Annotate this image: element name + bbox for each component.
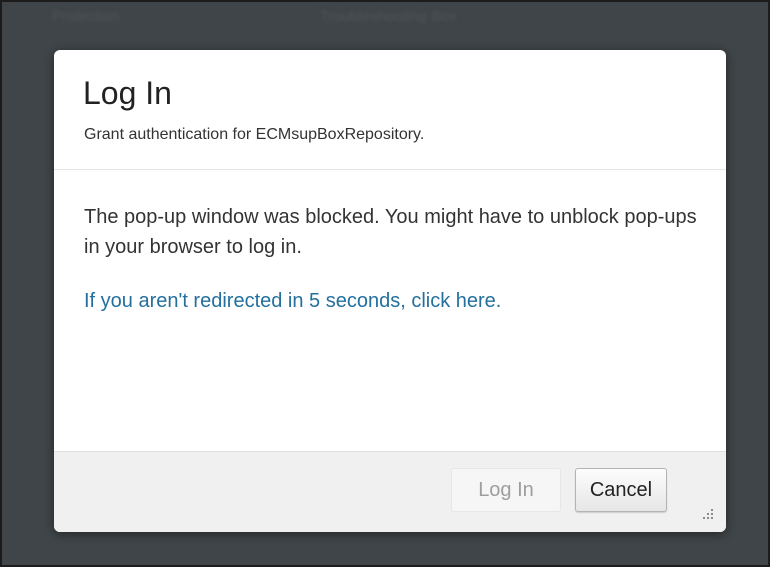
dialog-header: Log In Grant authentication for ECMsupBo… [54,50,726,170]
background-text-center: Troubleshooting Box [320,8,458,25]
resize-grip-icon[interactable] [702,508,714,520]
redirect-link[interactable]: If you aren't redirected in 5 seconds, c… [84,290,501,313]
login-button[interactable]: Log In [451,468,561,512]
background-text-left: Protection [52,8,120,25]
login-dialog: Log In Grant authentication for ECMsupBo… [54,50,726,532]
dialog-footer: Log In Cancel [54,451,726,532]
dialog-title: Log In [83,75,172,111]
screenshot-frame: Protection Troubleshooting Box Log In Gr… [0,0,770,567]
popup-blocked-message: The pop-up window was blocked. You might… [84,206,697,258]
cancel-button[interactable]: Cancel [575,468,667,512]
dialog-subtitle: Grant authentication for ECMsupBoxReposi… [84,126,425,143]
dialog-body: The pop-up window was blocked. You might… [54,170,726,450]
